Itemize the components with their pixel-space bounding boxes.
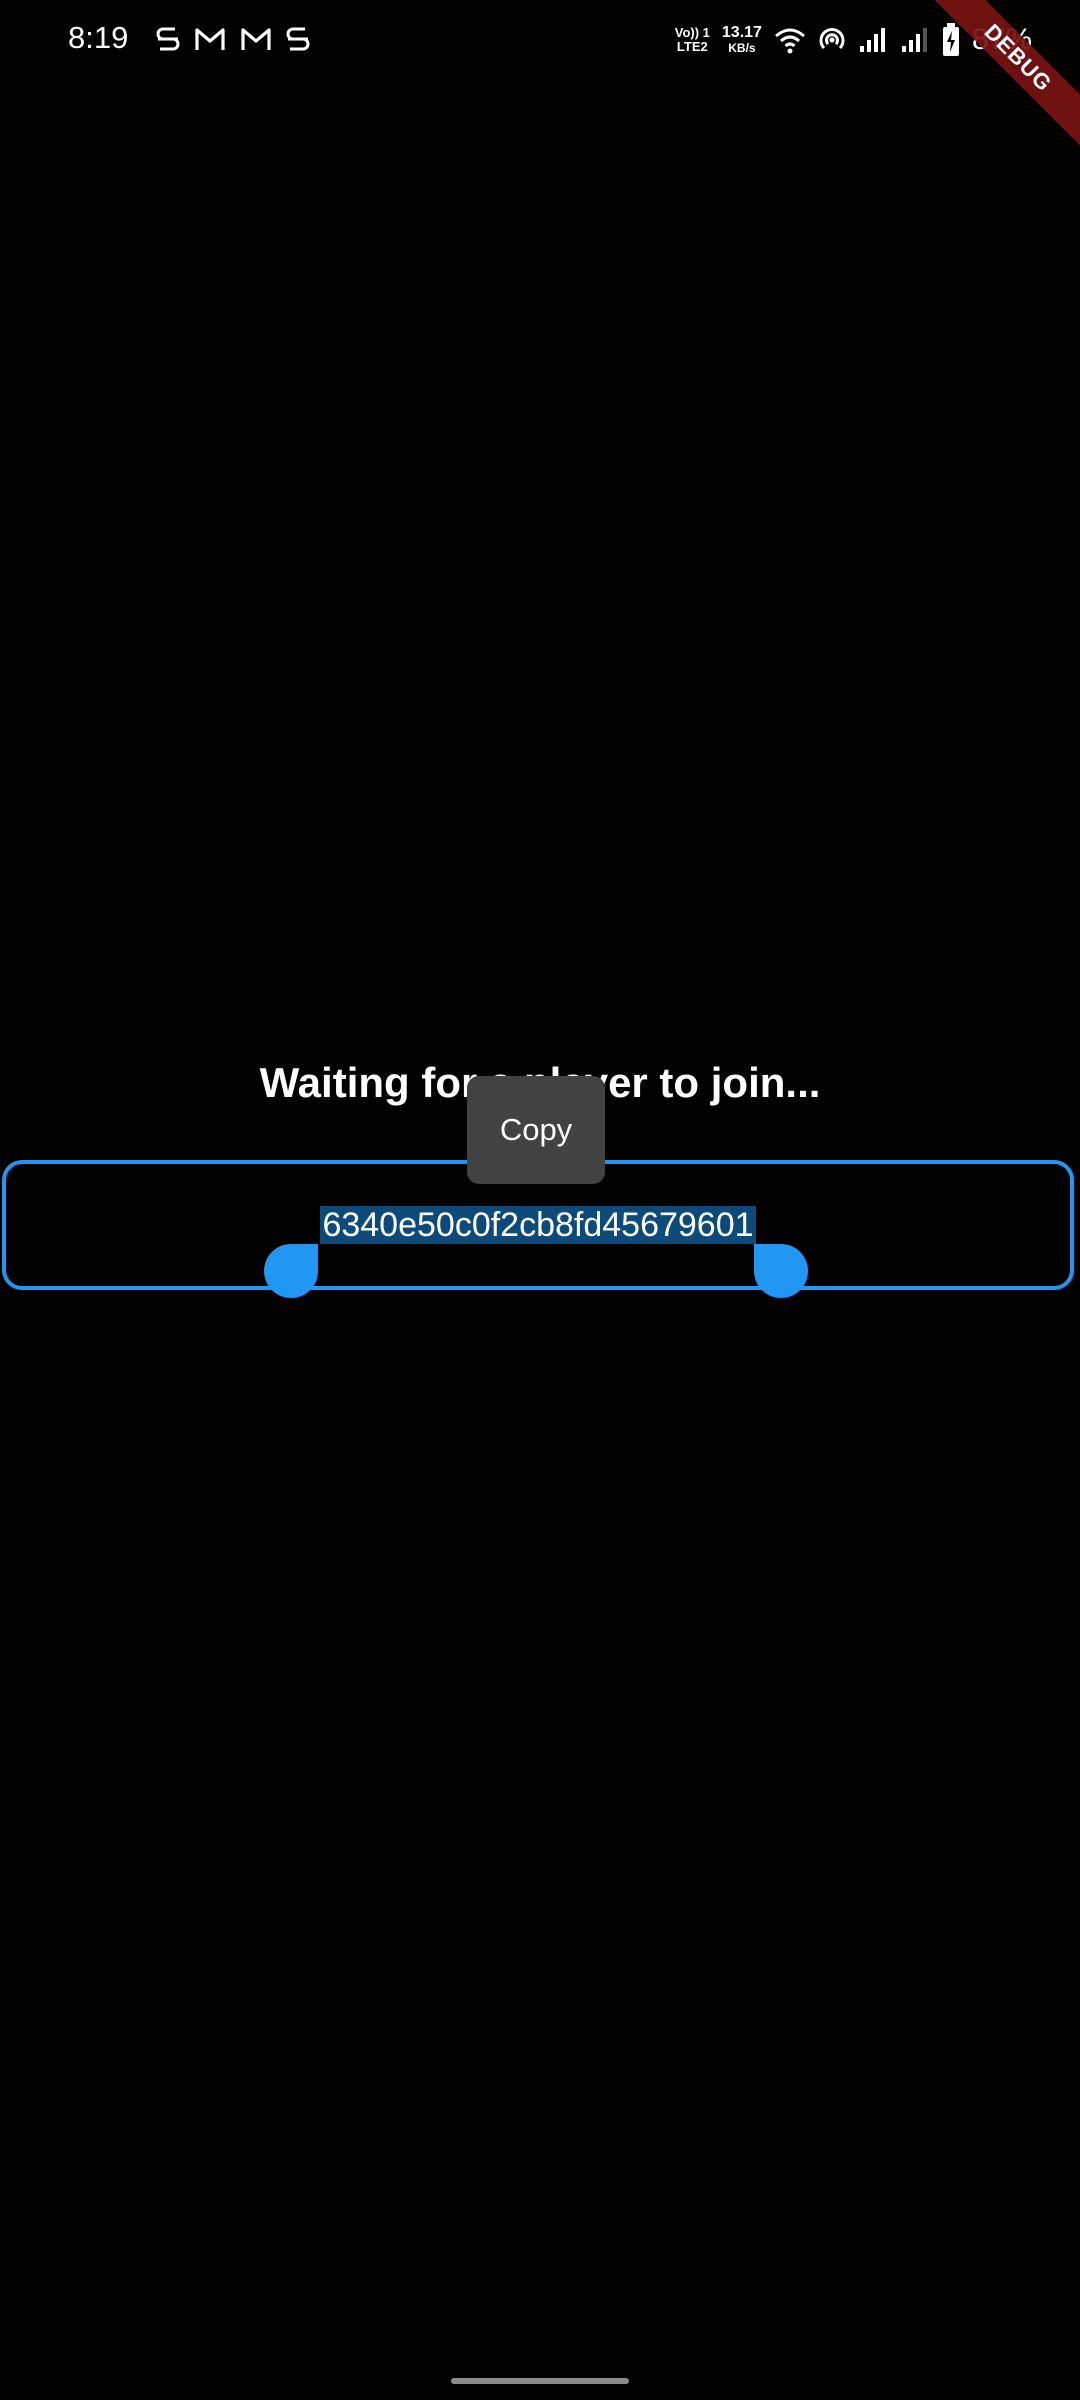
status-time: 8:19 — [68, 20, 129, 55]
hotspot-icon — [818, 26, 846, 54]
copy-button-label: Copy — [499, 1112, 573, 1147]
status-bar: 8:19 Vo)) 1 LTE2 13.17 KB/s 87% — [0, 0, 1080, 80]
gmail-icon — [194, 26, 226, 52]
copy-button[interactable]: Copy — [467, 1076, 605, 1184]
signal-strength-icon-sim2 — [900, 26, 930, 54]
notification-icons — [156, 22, 310, 56]
battery-percent: 87% — [971, 23, 1032, 56]
game-code-text-container[interactable]: 6340e50c0f2cb8fd45679601 — [6, 1204, 1070, 1246]
gesture-navigation-bar[interactable] — [451, 2378, 629, 2384]
selection-end-handle[interactable] — [754, 1244, 808, 1298]
volte-indicator: Vo)) 1 LTE2 — [675, 26, 710, 54]
selection-start-handle[interactable] — [264, 1244, 318, 1298]
s-app-icon — [156, 24, 180, 54]
battery-charging-icon — [942, 23, 960, 57]
net-speed-value: 13.17 — [721, 24, 762, 41]
gmail-icon — [240, 26, 272, 52]
volte-bottom-label: LTE2 — [676, 39, 708, 54]
net-speed-indicator: 13.17 KB/s — [721, 24, 762, 56]
volte-top-label: Vo)) 1 — [674, 25, 710, 40]
net-speed-unit: KB/s — [728, 41, 756, 55]
signal-strength-icon-sim1 — [858, 26, 888, 54]
wifi-icon — [774, 26, 806, 54]
s-app-icon — [286, 24, 310, 54]
system-icons: Vo)) 1 LTE2 13.17 KB/s 87% — [675, 18, 1032, 62]
game-code-selected-text[interactable]: 6340e50c0f2cb8fd45679601 — [320, 1206, 756, 1244]
